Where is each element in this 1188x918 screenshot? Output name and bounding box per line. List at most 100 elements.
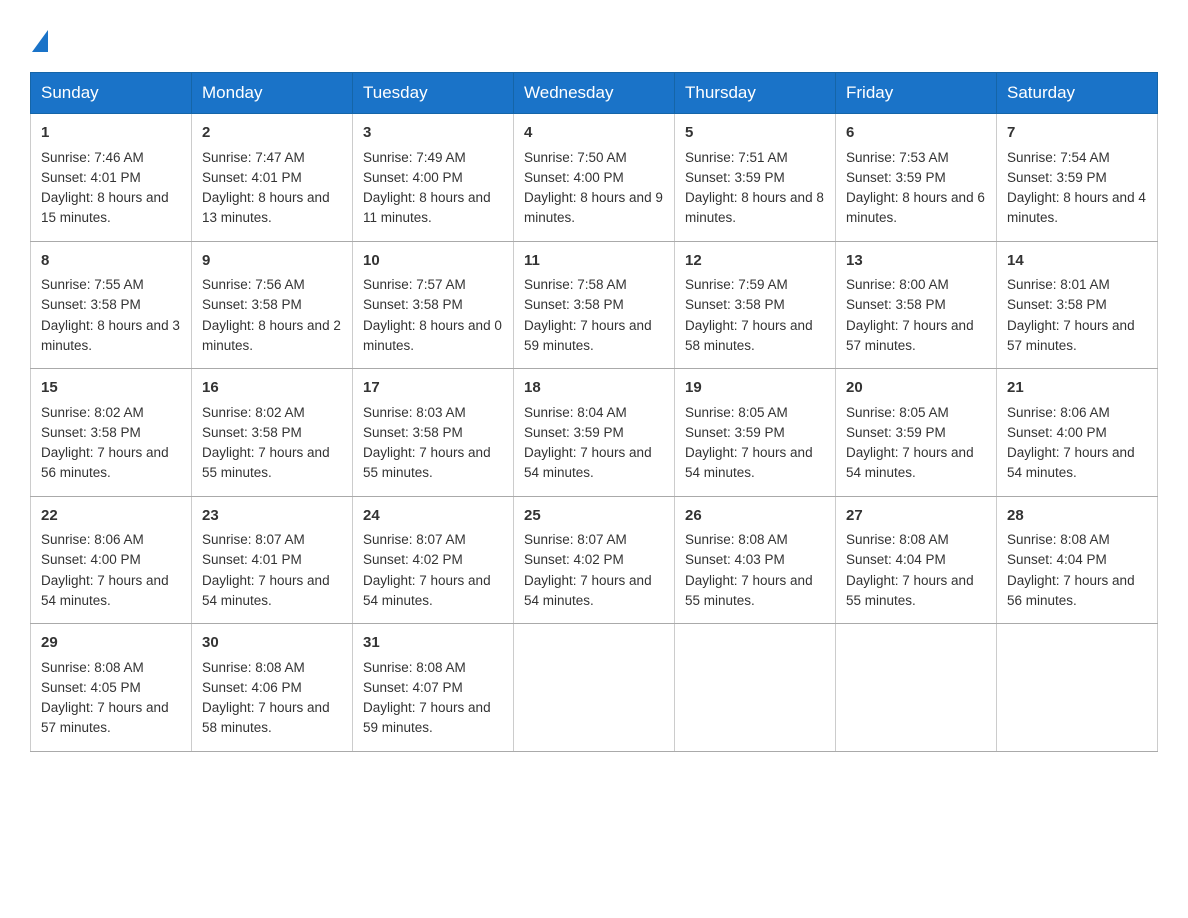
sunset-line: Sunset: 4:00 PM (524, 168, 664, 188)
daylight-line: Daylight: 7 hours and 57 minutes. (846, 316, 986, 357)
calendar-cell-week1-day6: 7Sunrise: 7:54 AMSunset: 3:59 PMDaylight… (997, 114, 1158, 242)
day-number: 5 (685, 122, 825, 145)
sunset-line: Sunset: 3:59 PM (846, 168, 986, 188)
sunset-line: Sunset: 3:58 PM (685, 295, 825, 315)
calendar-cell-week2-day4: 12Sunrise: 7:59 AMSunset: 3:58 PMDayligh… (675, 241, 836, 369)
calendar-cell-week4-day4: 26Sunrise: 8:08 AMSunset: 4:03 PMDayligh… (675, 496, 836, 624)
calendar-cell-week5-day5 (836, 624, 997, 752)
day-number: 2 (202, 122, 342, 145)
sunset-line: Sunset: 3:58 PM (41, 423, 181, 443)
day-number: 17 (363, 377, 503, 400)
sunset-line: Sunset: 3:58 PM (363, 423, 503, 443)
calendar-cell-week3-day3: 18 Sunrise: 8:04 AMSunset: 3:59 PMDayligh… (514, 369, 675, 497)
sunrise-line: Sunrise: 7:58 AM (524, 275, 664, 295)
sunrise-line: Sunrise: 7:53 AM (846, 148, 986, 168)
calendar-cell-week5-day4 (675, 624, 836, 752)
calendar-cell-week2-day1: 9Sunrise: 7:56 AMSunset: 3:58 PMDaylight… (192, 241, 353, 369)
daylight-line: Daylight: 7 hours and 58 minutes. (202, 698, 342, 739)
sunrise-line: Sunrise: 7:50 AM (524, 148, 664, 168)
day-number: 19 (685, 377, 825, 400)
daylight-line: Daylight: 7 hours and 54 minutes. (41, 571, 181, 612)
sunrise-line: Sunrise: 7:56 AM (202, 275, 342, 295)
day-number: 3 (363, 122, 503, 145)
calendar-cell-week3-day6: 21Sunrise: 8:06 AMSunset: 4:00 PMDayligh… (997, 369, 1158, 497)
daylight-line: Daylight: 8 hours and 11 minutes. (363, 188, 503, 229)
sunrise-line: Sunrise: 8:02 AM (202, 403, 342, 423)
sunrise-line: Sunrise: 8:04 AM (524, 403, 664, 423)
daylight-line: Daylight: 7 hours and 55 minutes. (685, 571, 825, 612)
sunset-line: Sunset: 4:00 PM (41, 550, 181, 570)
daylight-line: Daylight: 8 hours and 9 minutes. (524, 188, 664, 229)
daylight-line: Daylight: 7 hours and 54 minutes. (202, 571, 342, 612)
day-number: 14 (1007, 250, 1147, 273)
sunrise-line: Sunrise: 8:05 AM (846, 403, 986, 423)
day-number: 16 (202, 377, 342, 400)
header-saturday: Saturday (997, 73, 1158, 114)
calendar-cell-week1-day5: 6Sunrise: 7:53 AMSunset: 3:59 PMDaylight… (836, 114, 997, 242)
day-number: 1 (41, 122, 181, 145)
sunrise-line: Sunrise: 8:07 AM (524, 530, 664, 550)
sunrise-line: Sunrise: 7:57 AM (363, 275, 503, 295)
daylight-line: Daylight: 7 hours and 57 minutes. (1007, 316, 1147, 357)
daylight-line: Daylight: 7 hours and 54 minutes. (524, 443, 664, 484)
sunrise-line: Sunrise: 8:05 AM (685, 403, 825, 423)
day-number: 4 (524, 122, 664, 145)
sunrise-line: Sunrise: 7:59 AM (685, 275, 825, 295)
sunset-line: Sunset: 3:58 PM (202, 423, 342, 443)
calendar-cell-week5-day6 (997, 624, 1158, 752)
calendar-cell-week3-day4: 19Sunrise: 8:05 AMSunset: 3:59 PMDayligh… (675, 369, 836, 497)
logo-triangle-icon (32, 30, 48, 52)
calendar-cell-week1-day3: 4 Sunrise: 7:50 AMSunset: 4:00 PMDaylight… (514, 114, 675, 242)
calendar-cell-week5-day1: 30Sunrise: 8:08 AMSunset: 4:06 PMDayligh… (192, 624, 353, 752)
sunrise-line: Sunrise: 7:47 AM (202, 148, 342, 168)
day-number: 29 (41, 632, 181, 655)
logo (30, 30, 50, 52)
sunrise-line: Sunrise: 8:08 AM (846, 530, 986, 550)
day-number: 12 (685, 250, 825, 273)
day-number: 22 (41, 505, 181, 528)
header-thursday: Thursday (675, 73, 836, 114)
calendar-cell-week3-day5: 20Sunrise: 8:05 AMSunset: 3:59 PMDayligh… (836, 369, 997, 497)
header-tuesday: Tuesday (353, 73, 514, 114)
sunset-line: Sunset: 4:01 PM (202, 550, 342, 570)
calendar-cell-week4-day5: 27Sunrise: 8:08 AMSunset: 4:04 PMDayligh… (836, 496, 997, 624)
sunset-line: Sunset: 3:58 PM (846, 295, 986, 315)
header-wednesday: Wednesday (514, 73, 675, 114)
daylight-line: Daylight: 7 hours and 55 minutes. (202, 443, 342, 484)
calendar-cell-week4-day6: 28Sunrise: 8:08 AMSunset: 4:04 PMDayligh… (997, 496, 1158, 624)
sunrise-line: Sunrise: 8:02 AM (41, 403, 181, 423)
header-sunday: Sunday (31, 73, 192, 114)
sunset-line: Sunset: 4:00 PM (1007, 423, 1147, 443)
sunset-line: Sunset: 3:58 PM (524, 295, 664, 315)
day-number: 7 (1007, 122, 1147, 145)
sunrise-line: Sunrise: 7:49 AM (363, 148, 503, 168)
sunset-line: Sunset: 3:59 PM (524, 423, 664, 443)
calendar-cell-week4-day1: 23Sunrise: 8:07 AMSunset: 4:01 PMDayligh… (192, 496, 353, 624)
day-number: 21 (1007, 377, 1147, 400)
daylight-line: Daylight: 8 hours and 13 minutes. (202, 188, 342, 229)
sunrise-line: Sunrise: 8:08 AM (363, 658, 503, 678)
daylight-line: Daylight: 8 hours and 0 minutes. (363, 316, 503, 357)
calendar-cell-week1-day1: 2 Sunrise: 7:47 AMSunset: 4:01 PMDaylight… (192, 114, 353, 242)
sunrise-line: Sunrise: 8:01 AM (1007, 275, 1147, 295)
sunset-line: Sunset: 4:01 PM (41, 168, 181, 188)
sunrise-line: Sunrise: 8:08 AM (41, 658, 181, 678)
day-number: 25 (524, 505, 664, 528)
sunrise-line: Sunrise: 8:06 AM (41, 530, 181, 550)
sunset-line: Sunset: 4:02 PM (363, 550, 503, 570)
calendar-header-row: SundayMondayTuesdayWednesdayThursdayFrid… (31, 73, 1158, 114)
daylight-line: Daylight: 7 hours and 59 minutes. (363, 698, 503, 739)
day-number: 31 (363, 632, 503, 655)
sunset-line: Sunset: 3:59 PM (685, 168, 825, 188)
daylight-line: Daylight: 7 hours and 54 minutes. (1007, 443, 1147, 484)
day-number: 28 (1007, 505, 1147, 528)
sunset-line: Sunset: 3:59 PM (685, 423, 825, 443)
week-row-1: 1Sunrise: 7:46 AMSunset: 4:01 PMDaylight… (31, 114, 1158, 242)
daylight-line: Daylight: 7 hours and 55 minutes. (846, 571, 986, 612)
day-number: 18 (524, 377, 664, 400)
sunset-line: Sunset: 4:01 PM (202, 168, 342, 188)
calendar-cell-week2-day2: 10Sunrise: 7:57 AMSunset: 3:58 PMDayligh… (353, 241, 514, 369)
sunset-line: Sunset: 4:04 PM (1007, 550, 1147, 570)
header-friday: Friday (836, 73, 997, 114)
sunrise-line: Sunrise: 8:07 AM (202, 530, 342, 550)
